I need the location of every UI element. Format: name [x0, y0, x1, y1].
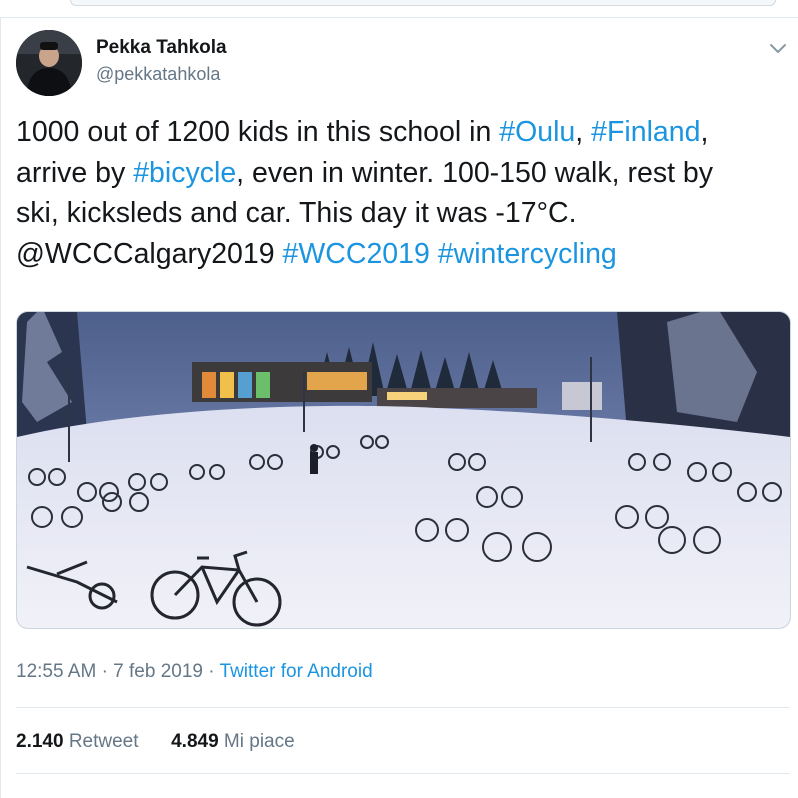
tweet-text-line: ski, kicksleds and car. This day it was … [16, 193, 784, 234]
divider [16, 707, 790, 708]
tweet-stats: 2.140 Retweet 4.849 Mi piace [16, 731, 295, 753]
avatar-photo [16, 30, 82, 96]
retweets-stat[interactable]: 2.140 Retweet [16, 731, 139, 753]
tweet-text-segment: , [700, 116, 709, 148]
divider [0, 17, 798, 18]
likes-stat[interactable]: 4.849 Mi piace [171, 731, 295, 753]
retweets-label: Retweet [68, 731, 139, 752]
likes-count: 4.849 [171, 731, 219, 752]
chevron-down-icon[interactable] [766, 36, 790, 60]
hashtag-link[interactable]: #wintercycling [438, 238, 617, 270]
tweet-text: 1000 out of 1200 kids in this school in … [16, 112, 784, 274]
tweet-text-segment: ski, kicksleds and car. This day it was … [16, 197, 577, 229]
snowy-bicycle-parking-photo [17, 312, 790, 628]
avatar[interactable] [16, 30, 82, 96]
divider [16, 773, 790, 774]
tweet-text-line: @WCCCalgary2019 #WCC2019 #wintercycling [16, 234, 784, 275]
separator-dot: · [101, 661, 108, 682]
hashtag-link[interactable]: #WCC2019 [283, 238, 430, 270]
tweet-meta: 12:55 AM · 7 feb 2019 · Twitter for Andr… [16, 661, 373, 683]
hashtag-link[interactable]: #Oulu [499, 116, 575, 148]
tweet-text-segment: @WCCCalgary2019 [16, 237, 283, 270]
retweets-count: 2.140 [16, 731, 64, 752]
tweet-text-line: arrive by #bicycle, even in winter. 100-… [16, 153, 784, 194]
search-bar-edge [70, 0, 776, 6]
tweet-photo[interactable] [16, 311, 791, 629]
tweet-time[interactable]: 12:55 AM [16, 661, 96, 682]
hashtag-link[interactable]: #Finland [591, 116, 700, 148]
tweet-date[interactable]: 7 feb 2019 [113, 661, 203, 682]
hashtag-link[interactable]: #bicycle [133, 157, 236, 189]
tweet-source-link[interactable]: Twitter for Android [220, 661, 373, 682]
tweet-text-segment: , [575, 116, 592, 148]
separator-dot: · [208, 661, 215, 682]
likes-label: Mi piace [223, 731, 295, 752]
tweet-text-line: 1000 out of 1200 kids in this school in … [16, 112, 784, 153]
tweet-text-segment: 1000 out of 1200 kids in this school in [16, 116, 500, 148]
author-name[interactable]: Pekka Tahkola [96, 37, 227, 59]
author-handle[interactable]: @pekkatahkola [96, 64, 220, 85]
tweet-text-segment: , even in winter. 100-150 walk, rest by [236, 156, 714, 189]
tweet-text-segment [430, 238, 438, 270]
divider [0, 18, 1, 798]
tweet-text-segment: arrive by [16, 156, 134, 189]
